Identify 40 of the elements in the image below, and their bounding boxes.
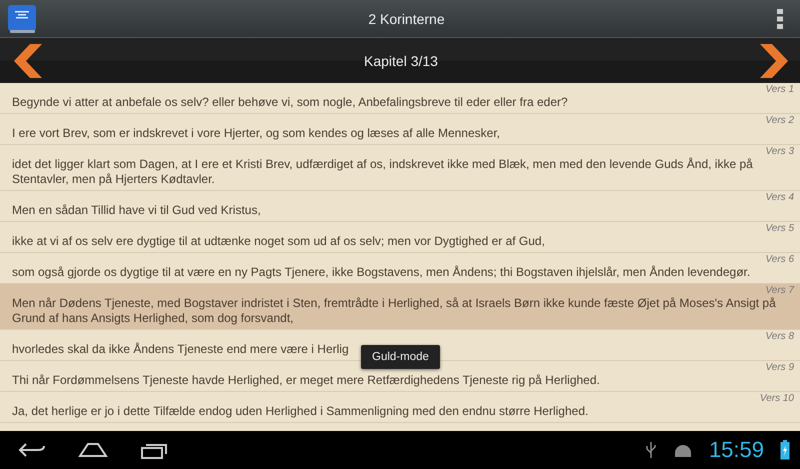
verse-text: ikke at vi af os selv ere dygtige til at udtænke noget som ud af os selv; men vor Dygtighed er af Gud, — [12, 234, 545, 249]
home-icon[interactable] — [78, 442, 108, 458]
verse-row[interactable]: Vers 2 I ere vort Brev, som er indskrevet i vore Hjerter, og som kendes og læses af alle Mennesker, — [0, 114, 800, 145]
clock: 15:59 — [708, 437, 764, 463]
verse-number: Vers 10 — [760, 393, 794, 404]
verse-row[interactable] — [0, 284, 800, 330]
usb-icon — [644, 441, 657, 459]
verse-number: Vers 8 — [765, 331, 794, 342]
verse-text: Men når Dødens Tjeneste, med Bogstaver indristet i Sten, fremtrådte i Herlighed, så at Israels Børn ikke kunde fæste Øjet på Moses's Ansigt på Grund af hans Ansigts Herlighed, som dog forsvandt, — [12, 296, 777, 326]
chapter-title: Kapitel 3/13 — [364, 52, 438, 68]
verse-number: Vers 1 — [765, 84, 794, 95]
recent-apps-icon[interactable] — [140, 441, 168, 459]
battery-icon — [780, 440, 790, 460]
verse-row[interactable]: Vers 4 Men en sådan Tillid have vi til Gud ved Kristus, — [0, 191, 800, 222]
verse-text: hvorledes skal da ikke Åndens Tjeneste end mere være i Herlig — [12, 342, 349, 357]
verse-number: Vers 5 — [765, 223, 794, 234]
toast: Guld-mode — [361, 345, 440, 369]
verse-row[interactable]: Vers 1 Begynde vi atter at anbefale os selv? eller behøve vi, som nogle, Anbefalingsbreve til eder eller fra eder? — [0, 83, 800, 114]
previous-chapter-arrow-icon[interactable] — [12, 42, 44, 78]
next-chapter-arrow-icon[interactable] — [758, 42, 790, 78]
verse-text: Men en sådan Tillid have vi til Gud ved Kristus, — [12, 203, 261, 218]
book-title: 2 Korinterne — [367, 10, 446, 26]
overflow-menu-icon[interactable] — [776, 8, 784, 30]
verse-number: Vers 3 — [765, 146, 794, 157]
verse-row[interactable]: Vers 10 Ja, det herlige er jo i dette Tilfælde endog uden Herlighed i Sammenligning med den endnu større Herlighed. — [0, 392, 800, 423]
book-icon[interactable] — [7, 4, 37, 34]
verse-row[interactable]: Vers 5 ikke at vi af os selv ere dygtige til at udtænke noget som ud af os selv; men vor Dygtighed er af Gud, — [0, 222, 800, 253]
back-icon[interactable] — [18, 442, 46, 458]
verse-text: Begynde vi atter at anbefale os selv? eller behøve vi, som nogle, Anbefalingsbreve til eder eller fra eder? — [12, 95, 568, 110]
verse-number: Vers 7 — [765, 285, 794, 296]
verse-text: idet det ligger klart som Dagen, at I ere et Kristi Brev, udfærdiget af os, indskrevet ikke med Blæk, men med den levende Guds Ånd, ikke på Stentavler, men på Hjerters Kødtavler. — [12, 157, 754, 187]
verse-text: som også gjorde os dygtige til at være en ny Pagts Tjenere, ikke Bogstavens, men Åndens; thi Bogstaven ihjelslår, men Ånden levendegør. — [12, 265, 750, 280]
verse-row[interactable]: Vers 3 idet det ligger klart som Dagen, at I ere et Kristi Brev, udfærdiget af os, indskrevet ikke med Blæk, men med den levende Guds Ånd, ikke på Stentavler, men på Hjerters Kødtavler. — [0, 145, 800, 191]
verse-number: Vers 2 — [765, 115, 794, 126]
verse-number: Vers 6 — [765, 254, 794, 265]
verse-text: Thi når Fordømmelsens Tjeneste havde Herlighed, er meget mere Retfærdighedens Tjeneste rig på Herlighed. — [12, 373, 600, 388]
verse-number: Vers 9 — [765, 362, 794, 373]
verse-text: I ere vort Brev, som er indskrevet i vore Hjerter, og som kendes og læses af alle Mennesker, — [12, 126, 500, 141]
verse-text: Ja, det herlige er jo i dette Tilfælde endog uden Herlighed i Sammenligning med den endnu større Herlighed. — [12, 404, 588, 419]
verse-number: Vers 4 — [765, 192, 794, 203]
